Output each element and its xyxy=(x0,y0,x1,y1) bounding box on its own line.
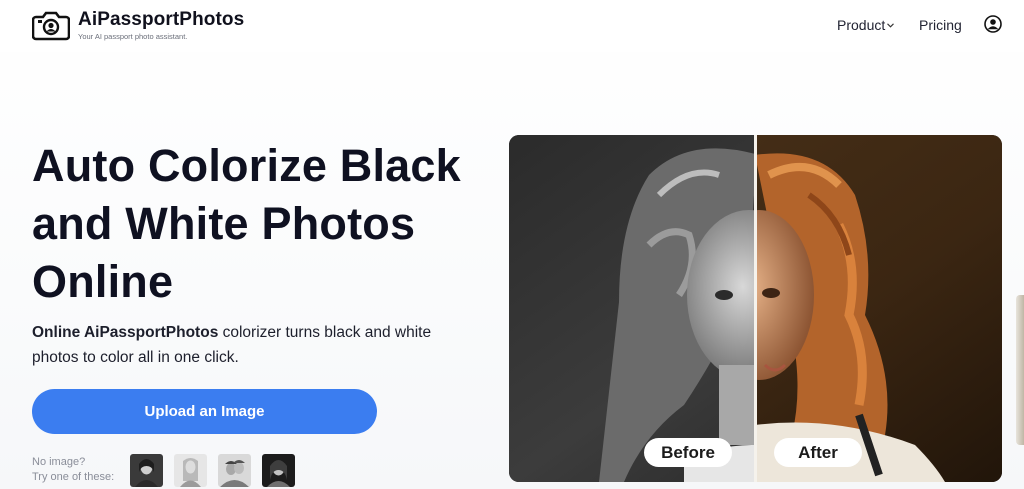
hero-subtitle-brand: Online AiPassportPhotos xyxy=(32,324,219,341)
sample-prompt-line1: No image? xyxy=(32,456,86,468)
before-label: Before xyxy=(644,438,732,467)
compare-slider-handle[interactable] xyxy=(754,135,757,482)
sample-prompt-line2: Try one of these: xyxy=(32,471,115,483)
sample-image-4[interactable] xyxy=(262,454,295,487)
after-label: After xyxy=(774,438,862,467)
brand-tagline: Your AI passport photo assistant. xyxy=(78,32,188,41)
sample-prompt: No image? Try one of these: xyxy=(32,455,114,485)
brand-name: AiPassportPhotos xyxy=(78,9,245,30)
camera-logo-icon xyxy=(32,11,70,41)
nav-pricing-link[interactable]: Pricing xyxy=(919,17,962,33)
site-header: AiPassportPhotos Your AI passport photo … xyxy=(0,0,1024,52)
sample-image-2[interactable] xyxy=(174,454,207,487)
brand-logo[interactable]: AiPassportPhotos Your AI passport photo … xyxy=(32,9,244,41)
sample-images xyxy=(130,454,295,487)
chevron-down-icon xyxy=(887,21,895,30)
page-title: Auto Colorize Black and White Photos Onl… xyxy=(32,140,461,307)
next-slide-peek xyxy=(1016,295,1024,445)
sample-image-3[interactable] xyxy=(218,454,251,487)
nav-product-menu[interactable]: Product xyxy=(837,17,895,33)
nav-product-label: Product xyxy=(837,17,886,33)
sample-image-1[interactable] xyxy=(130,454,163,487)
upload-image-button[interactable]: Upload an Image xyxy=(32,389,377,434)
before-after-compare[interactable]: Before After xyxy=(509,135,1002,482)
hero-subtitle: Online AiPassportPhotos colorizer turns … xyxy=(32,320,452,370)
user-account-icon[interactable] xyxy=(984,15,1002,33)
